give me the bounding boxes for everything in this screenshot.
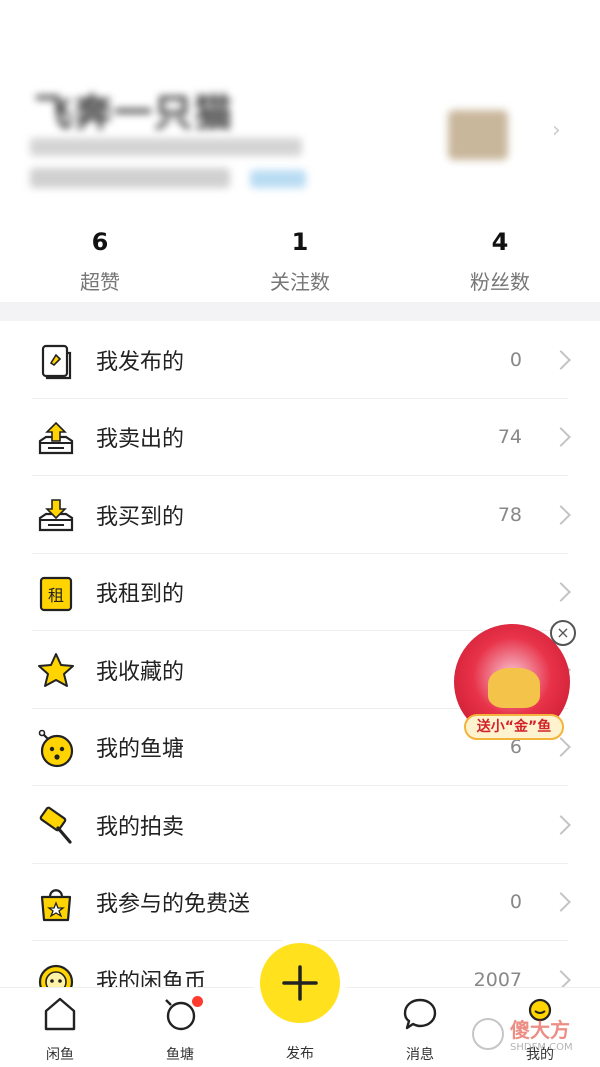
watermark-logo-icon (472, 1018, 504, 1050)
stat-value: 1 (291, 228, 309, 256)
profile-info-blur (30, 138, 302, 156)
stat-label: 超赞 (80, 270, 120, 294)
tab-label: 消息 (406, 1047, 434, 1063)
avatar[interactable] (448, 110, 508, 160)
publish-label: 发布 (286, 1046, 314, 1062)
profile-name: 飞奔一只猫 (34, 91, 235, 135)
auction-hammer-icon (39, 806, 72, 844)
home-icon (44, 997, 76, 1031)
gold-fish-icon (488, 668, 540, 708)
tab-home[interactable]: 闲鱼 (20, 988, 100, 1067)
menu-item-label: 我买到的 (96, 504, 185, 530)
chevron-right-icon (551, 349, 571, 370)
promo-label: 送小“金”鱼 (464, 714, 564, 740)
menu-item-sold[interactable]: 我卖出的 74 (0, 399, 600, 477)
menu-item-count: 0 (509, 891, 522, 914)
watermark: 傻大方 SHDFM.COM (470, 1008, 600, 1063)
chat-icon (403, 998, 437, 1030)
star-icon (38, 653, 74, 687)
chevron-right-icon (551, 504, 571, 525)
chevron-right-icon: › (552, 118, 561, 143)
close-icon[interactable]: × (550, 620, 576, 646)
chevron-right-icon (551, 582, 571, 603)
tab-messages[interactable]: 消息 (380, 988, 460, 1067)
rent-glyph: 租 (48, 586, 64, 605)
chevron-right-icon (551, 892, 571, 913)
notification-badge (192, 996, 203, 1007)
menu-item-label: 我参与的免费送 (96, 892, 251, 918)
menu-item-label: 我租到的 (96, 582, 185, 608)
tab-label: 闲鱼 (46, 1047, 74, 1063)
menu-item-label: 我的拍卖 (96, 814, 185, 840)
menu-item-count: 78 (497, 503, 522, 526)
menu-item-bought[interactable]: 我买到的 78 (0, 476, 600, 554)
menu-item-count: 0 (509, 348, 522, 371)
floating-promo[interactable]: 送小“金”鱼 × (450, 620, 580, 745)
pond-icon (38, 729, 74, 767)
watermark-text: 傻大方 (510, 1018, 570, 1042)
stat-likes[interactable]: 6 超赞 (0, 228, 200, 300)
menu-item-auction[interactable]: 我的拍卖 (0, 786, 600, 864)
plus-icon (282, 965, 318, 1001)
stat-label: 关注数 (270, 270, 330, 294)
document-icon (41, 344, 72, 380)
rent-icon: 租 (39, 576, 73, 611)
chevron-right-icon (551, 814, 571, 835)
stat-label: 粉丝数 (470, 270, 530, 294)
profile-tag-blur (250, 170, 306, 188)
menu-item-label: 我发布的 (96, 349, 185, 375)
tab-label: 鱼塘 (166, 1047, 194, 1063)
gift-bag-icon (40, 888, 72, 921)
section-divider (0, 302, 600, 321)
stat-following[interactable]: 1 关注数 (200, 228, 400, 300)
upload-box-icon (38, 421, 74, 454)
profile-bio-blur (30, 168, 230, 188)
stats-row: 6 超赞 1 关注数 4 粉丝数 (0, 228, 600, 300)
chevron-right-icon (551, 427, 571, 448)
stat-value: 6 (91, 228, 109, 256)
menu-item-label: 我卖出的 (96, 427, 185, 453)
menu-item-label: 我的鱼塘 (96, 737, 185, 763)
watermark-subtext: SHDFM.COM (510, 1042, 573, 1053)
stat-followers[interactable]: 4 粉丝数 (400, 228, 600, 300)
menu-item-free-giveaway[interactable]: 我参与的免费送 0 (0, 864, 600, 942)
profile-header[interactable]: 飞奔一只猫 › (0, 0, 600, 225)
menu-item-label: 我收藏的 (96, 659, 185, 685)
download-box-icon (38, 499, 74, 532)
publish-button[interactable] (260, 943, 340, 1023)
tab-pond[interactable]: 鱼塘 (140, 988, 220, 1067)
menu-item-published[interactable]: 我发布的 0 (0, 321, 600, 399)
menu-item-count: 74 (497, 426, 522, 449)
stat-value: 4 (491, 228, 509, 256)
